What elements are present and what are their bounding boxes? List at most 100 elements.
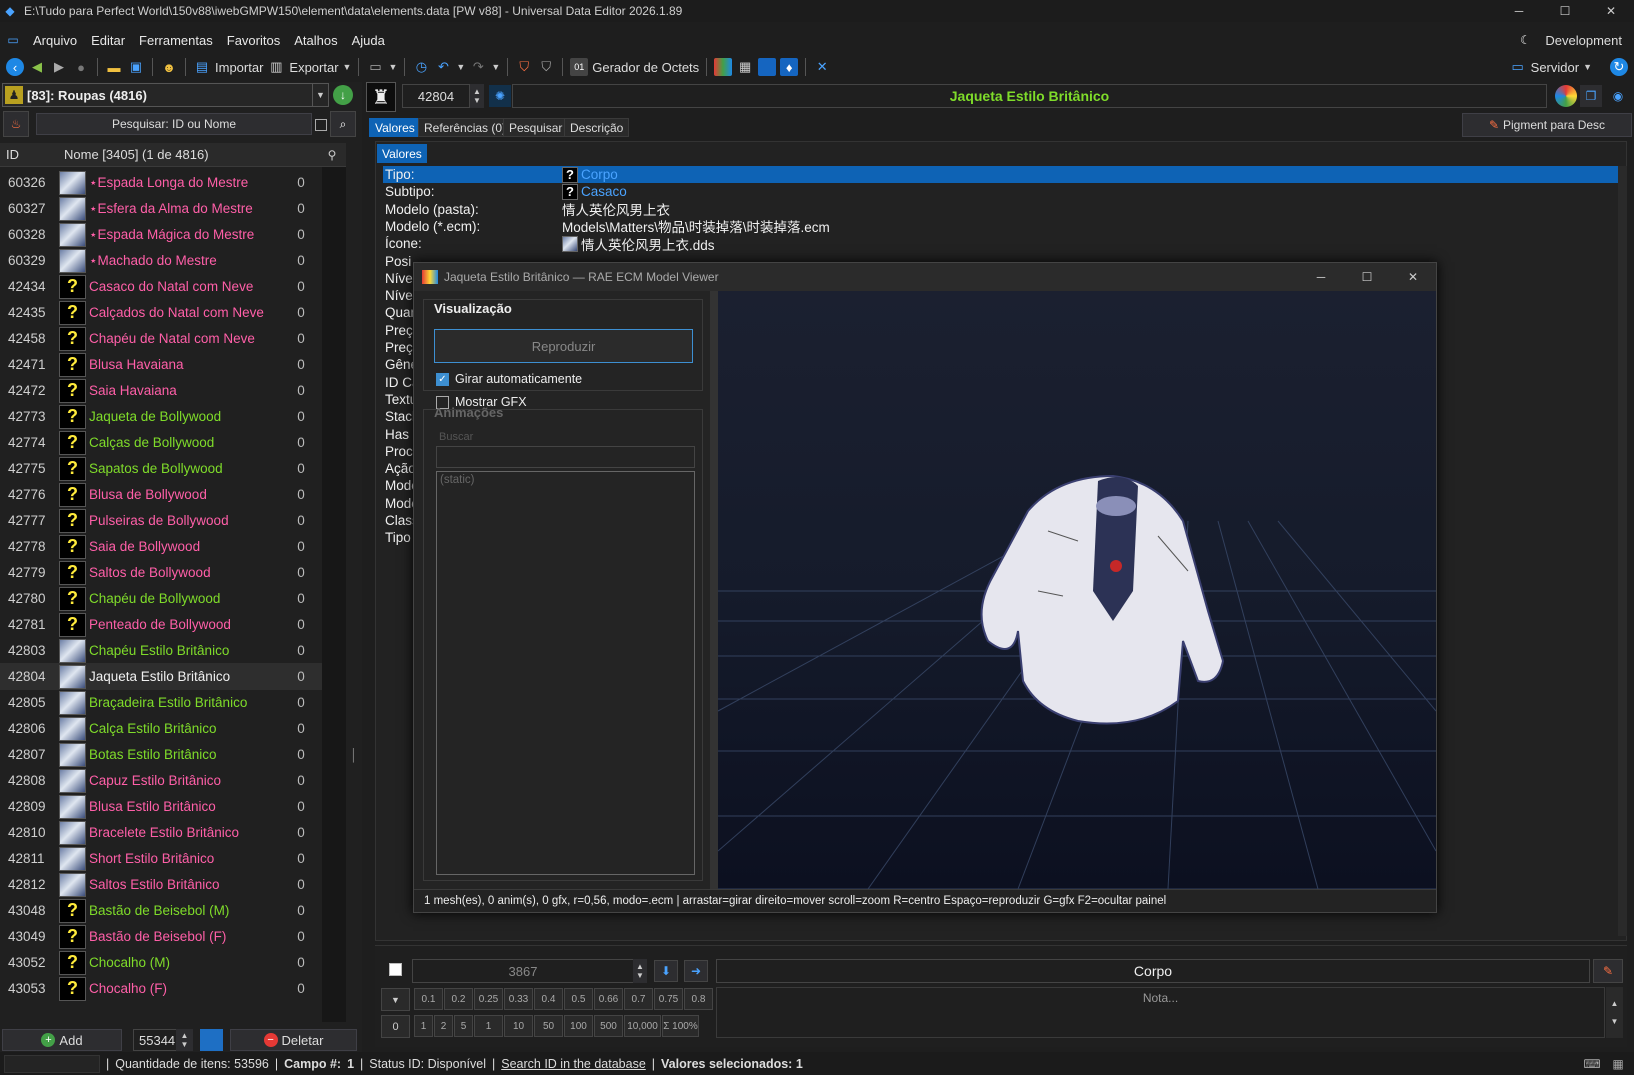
splitter-handle[interactable]: │ [350, 745, 358, 765]
tab-descricao[interactable]: Descrição [564, 118, 630, 137]
list-item[interactable]: 42779? Saltos de Bollywood 0 [0, 559, 322, 586]
theme-label[interactable]: Development [1545, 33, 1622, 48]
list-item[interactable]: 42774? Calças de Bollywood 0 [0, 429, 322, 456]
list-item[interactable]: 60329 ⋆Machado do Mestre 0 [0, 247, 322, 274]
multiplier-button[interactable]: 0.33 [504, 988, 533, 1010]
anim-search-input[interactable] [436, 446, 695, 468]
fire-icon[interactable]: ♨ [3, 111, 29, 137]
palette-icon[interactable] [1555, 85, 1577, 107]
export-button[interactable]: Exportar [289, 60, 338, 75]
chevron-down-icon[interactable]: ▼ [491, 62, 500, 72]
increment-button[interactable]: 500 [594, 1015, 623, 1037]
col-name[interactable]: Nome [3405] (1 de 4816) [60, 147, 318, 162]
tools-icon[interactable]: ✕ [813, 58, 831, 76]
chevron-down-icon[interactable]: ▼ [456, 62, 465, 72]
search-db-link[interactable]: Search ID in the database [501, 1057, 646, 1071]
menu-atalhos[interactable]: Atalhos [287, 33, 344, 48]
list-item[interactable]: 43053? Chocalho (F) 0 [0, 975, 322, 1002]
download-icon[interactable]: ↓ [333, 85, 353, 105]
add-button[interactable]: + Add [2, 1029, 122, 1051]
pigment-button[interactable]: ✎ Pigment para Desc [1462, 113, 1632, 137]
anim-item[interactable]: (static) [440, 474, 475, 486]
increment-button[interactable]: 50 [534, 1015, 563, 1037]
property-row[interactable]: Tipo:? Corpo [383, 166, 1619, 183]
list-item[interactable]: 42778? Saia de Bollywood 0 [0, 533, 322, 560]
chevron-down-icon[interactable]: ▼ [388, 62, 397, 72]
value-stepper-icon[interactable]: ▲ ▼ [633, 959, 647, 983]
list-item[interactable]: 42458? Chapéu de Natal com Neve 0 [0, 325, 322, 352]
property-row[interactable]: Modelo (pasta): 情人英伦风男上衣 [383, 201, 1619, 219]
list-item[interactable]: 42803 Chapéu Estilo Britânico 0 [0, 637, 322, 664]
viewer-minimize-icon[interactable]: ─ [1298, 270, 1344, 284]
multiplier-button[interactable]: 0.2 [444, 988, 473, 1010]
delete-button[interactable]: − Deletar [230, 1029, 357, 1051]
increment-button[interactable]: 1 [474, 1015, 503, 1037]
play-button[interactable]: Reproduzir [434, 329, 693, 363]
arrow-left-icon[interactable]: ◀ [28, 58, 46, 76]
history-icon[interactable]: ◷ [412, 58, 430, 76]
auto-rotate-checkbox[interactable]: ✓ [436, 373, 449, 386]
menu-favoritos[interactable]: Favoritos [220, 33, 287, 48]
import-button[interactable]: Importar [215, 60, 263, 75]
increment-button[interactable]: 2 [434, 1015, 453, 1037]
export-icon[interactable]: ▥ [267, 58, 285, 76]
multiplier-dropdown-icon[interactable]: ▼ [381, 988, 410, 1011]
increment-button[interactable]: 1 [414, 1015, 433, 1037]
shield-gray-icon[interactable]: ⛉ [537, 58, 555, 76]
tab-pesquisar[interactable]: Pesquisar [503, 118, 569, 137]
edit-pencil-icon[interactable]: ✎ [1593, 959, 1623, 983]
save-icon[interactable]: ▣ [127, 58, 145, 76]
list-item[interactable]: 42807 Botas Estilo Britânico 0 [0, 741, 322, 768]
arrow-right-icon[interactable]: ▶ [50, 58, 68, 76]
multiplier-button[interactable]: 0.1 [414, 988, 443, 1010]
tab-referencias[interactable]: Referências (0) [418, 118, 513, 137]
shield-icon[interactable]: ⛉ [515, 58, 533, 76]
search-icon[interactable]: ⌕ [330, 111, 356, 137]
props-scrollbar[interactable] [1618, 166, 1627, 936]
multiplier-button[interactable]: 0.5 [564, 988, 593, 1010]
list-item[interactable]: 43049? Bastão de Beisebol (F) 0 [0, 923, 322, 950]
property-value[interactable]: ? Corpo [562, 166, 1619, 183]
search-field[interactable]: Pesquisar: ID ou Nome [36, 113, 312, 135]
list-item[interactable]: 42811 Short Estilo Britânico 0 [0, 845, 322, 872]
menu-editar[interactable]: Editar [84, 33, 132, 48]
menu-arquivo[interactable]: Arquivo [26, 33, 84, 48]
arrow-down-icon[interactable]: ⬇ [654, 960, 678, 982]
link-icon[interactable]: ⚲ [318, 148, 346, 162]
list-scrollbar[interactable] [322, 167, 346, 1022]
list-item[interactable]: 42806 Calça Estilo Britânico 0 [0, 715, 322, 742]
property-value[interactable]: ? Casaco [562, 183, 1619, 200]
target-icon[interactable]: ✺ [489, 85, 511, 107]
list-item[interactable]: 42809 Blusa Estilo Britânico 0 [0, 793, 322, 820]
search-checkbox[interactable] [315, 119, 327, 131]
field-value-display[interactable]: Corpo [716, 959, 1590, 983]
multiplier-button[interactable]: 0.4 [534, 988, 563, 1010]
list-item[interactable]: 42780? Chapéu de Bollywood 0 [0, 585, 322, 612]
increment-button[interactable]: 10,000 [624, 1015, 661, 1037]
list-item[interactable]: 60326 ⋆Espada Longa do Mestre 0 [0, 169, 322, 196]
id-stepper-icon[interactable]: ▲ ▼ [470, 84, 484, 108]
list-item[interactable]: 42773? Jaqueta de Bollywood 0 [0, 403, 322, 430]
blue-square-button[interactable] [200, 1029, 223, 1051]
chevron-down-icon[interactable]: ▼ [1583, 62, 1592, 72]
list-item[interactable]: 42781? Penteado de Bollywood 0 [0, 611, 322, 638]
viewer-maximize-icon[interactable]: ☐ [1344, 270, 1390, 284]
list-item[interactable]: 42808 Capuz Estilo Britânico 0 [0, 767, 322, 794]
undo-icon[interactable]: ↶ [434, 58, 452, 76]
list-item[interactable]: 42812 Saltos Estilo Britânico 0 [0, 871, 322, 898]
table-icon[interactable]: ▦ [736, 58, 754, 76]
list-item[interactable]: 43048? Bastão de Beisebol (M) 0 [0, 897, 322, 924]
list-item[interactable]: 42472? Saia Havaiana 0 [0, 377, 322, 404]
list-item[interactable]: 60328 ⋆Espada Mágica do Mestre 0 [0, 221, 322, 248]
viewport-3d[interactable] [718, 291, 1436, 889]
redo-icon[interactable]: ↷ [469, 58, 487, 76]
list-item[interactable]: 42434? Casaco do Natal com Neve 0 [0, 273, 322, 300]
eye-icon[interactable]: ◉ [1607, 85, 1629, 107]
list-item[interactable]: 43052? Chocalho (M) 0 [0, 949, 322, 976]
dropdown-icon[interactable]: ▭ [366, 58, 384, 76]
arrow-right-icon[interactable]: ➜ [684, 960, 708, 982]
increment-button[interactable]: 10 [504, 1015, 533, 1037]
list-item[interactable]: 42776? Blusa de Bollywood 0 [0, 481, 322, 508]
menu-ferramentas[interactable]: Ferramentas [132, 33, 220, 48]
refresh-icon[interactable]: ↻ [1610, 58, 1628, 76]
